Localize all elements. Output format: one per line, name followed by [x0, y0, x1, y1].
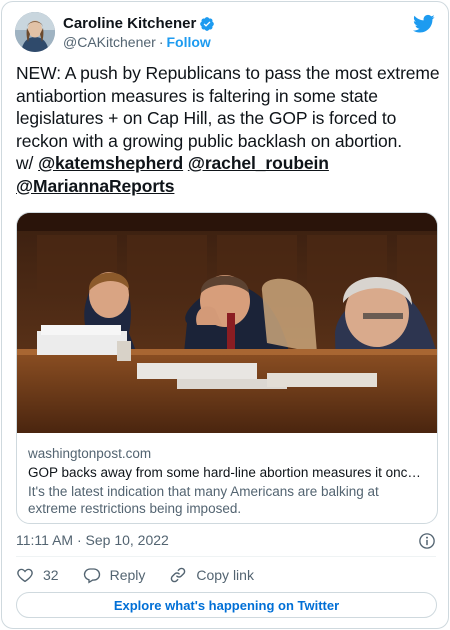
copy-link-action[interactable]: Copy link [169, 566, 254, 584]
heart-icon [17, 568, 33, 583]
verified-badge-icon [200, 16, 215, 31]
tweet-text: NEW: A push by Republicans to pass the m… [16, 62, 442, 197]
like-count: 32 [43, 567, 59, 583]
handle-line: @CAKitchener · Follow [63, 34, 211, 50]
info-icon[interactable] [418, 532, 436, 550]
tweet-timestamp[interactable]: 11:11 AM · Sep 10, 2022 [16, 532, 169, 548]
name-line: Caroline Kitchener [63, 15, 215, 32]
timestamp-row: 11:11 AM · Sep 10, 2022 [16, 532, 436, 550]
author-handle[interactable]: @CAKitchener [63, 34, 156, 50]
mentions-line: w/ @katemshepherd @rachel_roubein @Maria… [16, 152, 442, 197]
tweet-actions: 32 Reply Copy link [16, 565, 278, 585]
link-title[interactable]: GOP backs away from some hard-line abort… [28, 463, 426, 482]
reply-action[interactable]: Reply [83, 566, 146, 584]
link-preview-card[interactable]: washingtonpost.com GOP backs away from s… [16, 212, 438, 524]
like-action[interactable]: 32 [16, 566, 59, 584]
separator-dot: · [158, 34, 164, 50]
explore-twitter-button[interactable]: Explore what's happening on Twitter [16, 592, 437, 618]
reply-label: Reply [109, 567, 146, 583]
divider [16, 556, 436, 557]
author-display-name[interactable]: Caroline Kitchener [63, 15, 196, 32]
link-domain: washingtonpost.com [28, 446, 152, 461]
tweet-body: NEW: A push by Republicans to pass the m… [16, 63, 440, 151]
avatar[interactable] [15, 12, 55, 52]
mention-katemshepherd[interactable]: @katemshepherd [38, 153, 183, 173]
article-photo [17, 213, 437, 433]
reply-bubble-icon [83, 568, 100, 584]
link-description: It's the latest indication that many Ame… [28, 484, 379, 516]
mention-rachel-roubein[interactable]: @rachel_roubein [188, 153, 329, 173]
link-card-meta: washingtonpost.com GOP backs away from s… [28, 445, 426, 517]
mention-mariannareports[interactable]: @MariannaReports [16, 176, 175, 196]
with-prefix: w/ [16, 153, 34, 173]
copy-link-label: Copy link [196, 567, 254, 583]
follow-button[interactable]: Follow [166, 34, 210, 50]
twitter-bird-icon[interactable] [413, 14, 435, 34]
tweet-header: Caroline Kitchener @CAKitchener · Follow [15, 12, 435, 54]
link-icon [171, 567, 186, 583]
tweet-embed-card: Caroline Kitchener @CAKitchener · Follow… [1, 1, 449, 629]
